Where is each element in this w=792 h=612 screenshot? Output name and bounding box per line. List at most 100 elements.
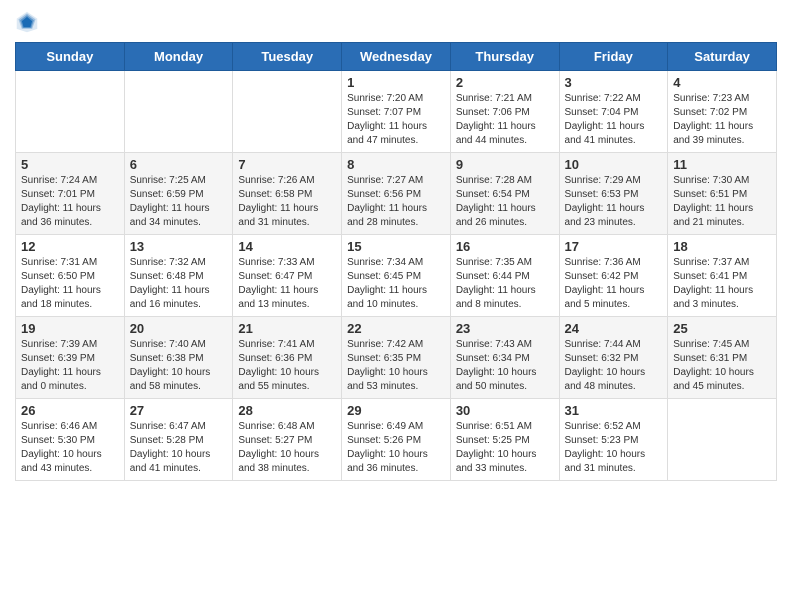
- day-info: Sunrise: 6:48 AM Sunset: 5:27 PM Dayligh…: [238, 420, 336, 476]
- calendar-day-28: 28 Sunrise: 6:48 AM Sunset: 5:27 PM Dayli…: [233, 399, 342, 481]
- header: [15, 10, 777, 34]
- day-header-friday: Friday: [559, 43, 668, 71]
- day-info: Sunrise: 7:43 AM Sunset: 6:34 PM Dayligh…: [456, 338, 554, 394]
- day-info: Sunrise: 7:24 AM Sunset: 7:01 PM Dayligh…: [21, 174, 119, 230]
- calendar-day-4: 4 Sunrise: 7:23 AM Sunset: 7:02 PM Daylig…: [668, 71, 777, 153]
- day-info: Sunrise: 7:25 AM Sunset: 6:59 PM Dayligh…: [130, 174, 228, 230]
- day-number: 21: [238, 321, 336, 336]
- calendar-day-13: 13 Sunrise: 7:32 AM Sunset: 6:48 PM Dayli…: [124, 235, 233, 317]
- calendar-day-22: 22 Sunrise: 7:42 AM Sunset: 6:35 PM Dayli…: [342, 317, 451, 399]
- calendar-day-6: 6 Sunrise: 7:25 AM Sunset: 6:59 PM Daylig…: [124, 153, 233, 235]
- day-info: Sunrise: 6:52 AM Sunset: 5:23 PM Dayligh…: [565, 420, 663, 476]
- day-header-wednesday: Wednesday: [342, 43, 451, 71]
- calendar-day-16: 16 Sunrise: 7:35 AM Sunset: 6:44 PM Dayli…: [450, 235, 559, 317]
- calendar-day-30: 30Sunrise: 6:51 AM Sunset: 5:25 PM Dayli…: [450, 399, 559, 481]
- day-number: 13: [130, 239, 228, 254]
- day-info: Sunrise: 7:20 AM Sunset: 7:07 PM Dayligh…: [347, 92, 445, 148]
- calendar-table: SundayMondayTuesdayWednesdayThursdayFrid…: [15, 42, 777, 481]
- day-info: Sunrise: 7:37 AM Sunset: 6:41 PM Dayligh…: [673, 256, 771, 312]
- calendar-empty: [124, 71, 233, 153]
- day-header-sunday: Sunday: [16, 43, 125, 71]
- logo: [15, 10, 43, 34]
- day-info: Sunrise: 7:42 AM Sunset: 6:35 PM Dayligh…: [347, 338, 445, 394]
- day-number: 25: [673, 321, 771, 336]
- calendar-day-1: 1 Sunrise: 7:20 AM Sunset: 7:07 PM Daylig…: [342, 71, 451, 153]
- calendar-row: 12Sunrise: 7:31 AM Sunset: 6:50 PM Dayli…: [16, 235, 777, 317]
- calendar-empty: [668, 399, 777, 481]
- calendar-day-19: 19Sunrise: 7:39 AM Sunset: 6:39 PM Dayli…: [16, 317, 125, 399]
- calendar-empty: [16, 71, 125, 153]
- day-headers-row: SundayMondayTuesdayWednesdayThursdayFrid…: [16, 43, 777, 71]
- day-info: Sunrise: 7:26 AM Sunset: 6:58 PM Dayligh…: [238, 174, 336, 230]
- day-number: 26: [21, 403, 119, 418]
- day-number: 22: [347, 321, 445, 336]
- day-number: 14: [238, 239, 336, 254]
- day-number: 27: [130, 403, 228, 418]
- day-header-thursday: Thursday: [450, 43, 559, 71]
- calendar-day-2: 2 Sunrise: 7:21 AM Sunset: 7:06 PM Daylig…: [450, 71, 559, 153]
- day-info: Sunrise: 7:32 AM Sunset: 6:48 PM Dayligh…: [130, 256, 228, 312]
- calendar-day-7: 7 Sunrise: 7:26 AM Sunset: 6:58 PM Daylig…: [233, 153, 342, 235]
- calendar-day-14: 14 Sunrise: 7:33 AM Sunset: 6:47 PM Dayli…: [233, 235, 342, 317]
- day-number: 28: [238, 403, 336, 418]
- day-header-tuesday: Tuesday: [233, 43, 342, 71]
- calendar-day-5: 5 Sunrise: 7:24 AM Sunset: 7:01 PM Daylig…: [16, 153, 125, 235]
- day-info: Sunrise: 7:40 AM Sunset: 6:38 PM Dayligh…: [130, 338, 228, 394]
- day-number: 2: [456, 75, 554, 90]
- calendar-row: 19Sunrise: 7:39 AM Sunset: 6:39 PM Dayli…: [16, 317, 777, 399]
- day-number: 7: [238, 157, 336, 172]
- calendar-page: SundayMondayTuesdayWednesdayThursdayFrid…: [0, 0, 792, 612]
- day-number: 16: [456, 239, 554, 254]
- calendar-day-26: 26 Sunrise: 6:46 AM Sunset: 5:30 PM Dayli…: [16, 399, 125, 481]
- day-number: 5: [21, 157, 119, 172]
- day-info: Sunrise: 7:41 AM Sunset: 6:36 PM Dayligh…: [238, 338, 336, 394]
- calendar-row: 5 Sunrise: 7:24 AM Sunset: 7:01 PM Daylig…: [16, 153, 777, 235]
- calendar-day-12: 12Sunrise: 7:31 AM Sunset: 6:50 PM Dayli…: [16, 235, 125, 317]
- day-info: Sunrise: 6:46 AM Sunset: 5:30 PM Dayligh…: [21, 420, 119, 476]
- day-number: 24: [565, 321, 663, 336]
- calendar-day-27: 27 Sunrise: 6:47 AM Sunset: 5:28 PM Dayli…: [124, 399, 233, 481]
- calendar-day-15: 15 Sunrise: 7:34 AM Sunset: 6:45 PM Dayli…: [342, 235, 451, 317]
- calendar-day-23: 23 Sunrise: 7:43 AM Sunset: 6:34 PM Dayli…: [450, 317, 559, 399]
- day-info: Sunrise: 7:39 AM Sunset: 6:39 PM Dayligh…: [21, 338, 119, 394]
- calendar-day-17: 17 Sunrise: 7:36 AM Sunset: 6:42 PM Dayli…: [559, 235, 668, 317]
- day-number: 29: [347, 403, 445, 418]
- calendar-row: 1 Sunrise: 7:20 AM Sunset: 7:07 PM Daylig…: [16, 71, 777, 153]
- day-number: 17: [565, 239, 663, 254]
- day-number: 1: [347, 75, 445, 90]
- calendar-day-29: 29 Sunrise: 6:49 AM Sunset: 5:26 PM Dayli…: [342, 399, 451, 481]
- day-info: Sunrise: 7:27 AM Sunset: 6:56 PM Dayligh…: [347, 174, 445, 230]
- day-number: 18: [673, 239, 771, 254]
- day-info: Sunrise: 7:33 AM Sunset: 6:47 PM Dayligh…: [238, 256, 336, 312]
- day-number: 3: [565, 75, 663, 90]
- calendar-row: 26 Sunrise: 6:46 AM Sunset: 5:30 PM Dayli…: [16, 399, 777, 481]
- calendar-day-3: 3Sunrise: 7:22 AM Sunset: 7:04 PM Daylig…: [559, 71, 668, 153]
- day-number: 15: [347, 239, 445, 254]
- day-info: Sunrise: 7:35 AM Sunset: 6:44 PM Dayligh…: [456, 256, 554, 312]
- day-number: 12: [21, 239, 119, 254]
- day-number: 4: [673, 75, 771, 90]
- day-info: Sunrise: 6:51 AM Sunset: 5:25 PM Dayligh…: [456, 420, 554, 476]
- day-info: Sunrise: 6:47 AM Sunset: 5:28 PM Dayligh…: [130, 420, 228, 476]
- calendar-day-10: 10Sunrise: 7:29 AM Sunset: 6:53 PM Dayli…: [559, 153, 668, 235]
- calendar-day-9: 9 Sunrise: 7:28 AM Sunset: 6:54 PM Daylig…: [450, 153, 559, 235]
- day-info: Sunrise: 7:28 AM Sunset: 6:54 PM Dayligh…: [456, 174, 554, 230]
- day-info: Sunrise: 7:34 AM Sunset: 6:45 PM Dayligh…: [347, 256, 445, 312]
- day-info: Sunrise: 7:44 AM Sunset: 6:32 PM Dayligh…: [565, 338, 663, 394]
- day-info: Sunrise: 7:36 AM Sunset: 6:42 PM Dayligh…: [565, 256, 663, 312]
- day-info: Sunrise: 6:49 AM Sunset: 5:26 PM Dayligh…: [347, 420, 445, 476]
- day-number: 11: [673, 157, 771, 172]
- day-number: 10: [565, 157, 663, 172]
- day-number: 6: [130, 157, 228, 172]
- calendar-day-18: 18 Sunrise: 7:37 AM Sunset: 6:41 PM Dayli…: [668, 235, 777, 317]
- day-number: 23: [456, 321, 554, 336]
- day-header-monday: Monday: [124, 43, 233, 71]
- calendar-day-24: 24 Sunrise: 7:44 AM Sunset: 6:32 PM Dayli…: [559, 317, 668, 399]
- day-info: Sunrise: 7:21 AM Sunset: 7:06 PM Dayligh…: [456, 92, 554, 148]
- calendar-day-21: 21 Sunrise: 7:41 AM Sunset: 6:36 PM Dayli…: [233, 317, 342, 399]
- day-info: Sunrise: 7:23 AM Sunset: 7:02 PM Dayligh…: [673, 92, 771, 148]
- day-number: 9: [456, 157, 554, 172]
- day-number: 8: [347, 157, 445, 172]
- calendar-day-11: 11Sunrise: 7:30 AM Sunset: 6:51 PM Dayli…: [668, 153, 777, 235]
- day-number: 31: [565, 403, 663, 418]
